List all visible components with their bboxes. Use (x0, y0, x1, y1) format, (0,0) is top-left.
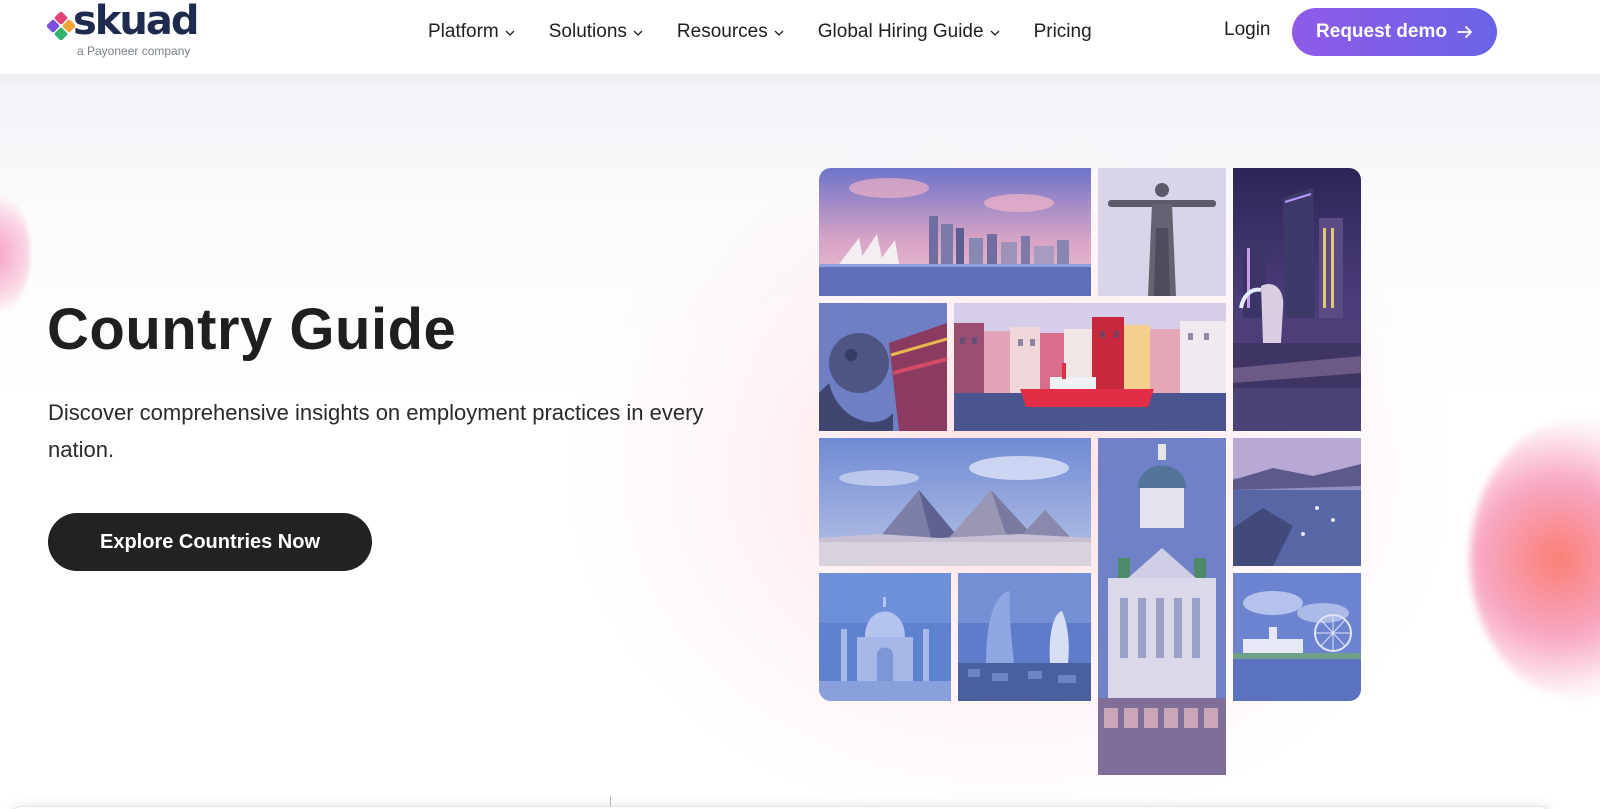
chevron-down-icon (990, 30, 1000, 36)
nav-pricing-label: Pricing (1033, 21, 1092, 42)
hero-description: Discover comprehensive insights on emplo… (48, 400, 704, 462)
chevron-down-icon (505, 30, 515, 36)
request-demo-label: Request demo (1316, 21, 1447, 42)
chevron-down-icon (633, 30, 643, 36)
lakeside-ferris-wheel-image (1233, 573, 1361, 701)
helsinki-cathedral-image (1098, 438, 1226, 775)
copenhagen-nyhavn-image (954, 303, 1226, 431)
background-blob-right (1470, 419, 1600, 699)
taj-mahal-image (819, 573, 951, 701)
top-navigation-bar: skuad a Payoneer company Platform Soluti… (0, 0, 1600, 74)
logo-tagline: a Payoneer company (77, 44, 191, 58)
login-link[interactable]: Login (1224, 19, 1271, 41)
baku-flame-towers-image (958, 573, 1091, 701)
chinese-lion-statue-image (819, 303, 947, 431)
christ-the-redeemer-image (1098, 168, 1226, 296)
nav-pricing[interactable]: Pricing (1034, 21, 1092, 43)
skuad-logo-icon (47, 12, 75, 40)
arrow-right-icon (1457, 26, 1472, 38)
sydney-opera-house-image (819, 168, 1091, 296)
singapore-marina-merlion-image (1233, 168, 1361, 431)
coastal-bay-image (1233, 438, 1361, 566)
logo-wordmark: skuad (73, 0, 200, 44)
chevron-down-icon (774, 30, 784, 36)
nav-resources-label: Resources (676, 21, 768, 42)
nav-platform[interactable]: Platform (428, 21, 515, 43)
request-demo-button[interactable]: Request demo (1292, 8, 1497, 56)
main-nav: Platform Solutions Resources Global Hiri… (428, 0, 1126, 64)
nav-solutions-label: Solutions (548, 21, 627, 42)
giza-pyramids-image (819, 438, 1091, 566)
background-blob-left (0, 184, 30, 324)
nav-platform-label: Platform (428, 21, 499, 42)
skuad-logo[interactable]: skuad a Payoneer company (47, 0, 217, 62)
nav-global-hiring-guide-label: Global Hiring Guide (817, 21, 984, 42)
explore-countries-button[interactable]: Explore Countries Now (48, 513, 372, 571)
nav-resources[interactable]: Resources (677, 21, 784, 43)
nav-solutions[interactable]: Solutions (549, 21, 643, 43)
hero-section: Country Guide Discover comprehensive ins… (0, 74, 1600, 809)
page-title: Country Guide (47, 297, 457, 362)
nav-global-hiring-guide[interactable]: Global Hiring Guide (818, 21, 1000, 43)
